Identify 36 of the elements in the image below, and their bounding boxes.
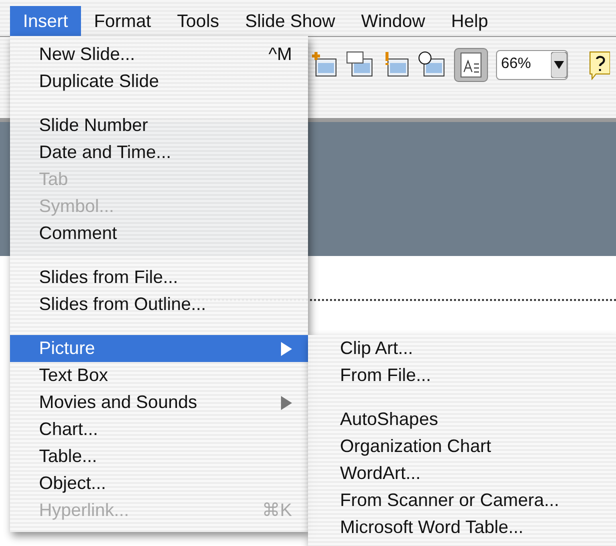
text-box-icon[interactable] [454,48,488,82]
menu-item[interactable]: Movies and Sounds [10,389,308,416]
menu-item[interactable]: Organization Chart [308,433,616,460]
menu-item[interactable]: Microsoft Word Table... [308,514,616,541]
slide-layout-icon[interactable] [346,50,374,78]
menu-item[interactable]: Comment [10,220,308,247]
menu-item[interactable]: Object... [10,470,308,497]
menu-item[interactable]: Date and Time... [10,139,308,166]
submenu-arrow-icon [280,396,292,410]
menu-title[interactable]: Insert [10,6,82,36]
menu-item[interactable]: Duplicate Slide [10,68,308,95]
menu-item[interactable]: WordArt... [308,460,616,487]
menu-title[interactable]: Tools [164,6,232,36]
menu-title[interactable]: Format [81,6,164,36]
menu-item[interactable]: Text Box [10,362,308,389]
menu-item[interactable]: Slide Number [10,112,308,139]
menu-title[interactable]: Window [348,6,438,36]
menu-item[interactable]: New Slide... ^M [10,41,308,68]
dropdown-arrow-icon [551,52,567,78]
menu-item[interactable]: Slides from Outline... [10,291,308,318]
menu-item[interactable]: Clip Art... [308,335,616,362]
menu-title[interactable]: Help [438,6,502,36]
slide-color-icon[interactable] [418,50,446,78]
menu-item[interactable]: Slides from File... [10,264,308,291]
shortcut-label: ^M [268,43,292,66]
menu-item[interactable]: From Scanner or Camera... [308,487,616,514]
menu-title[interactable]: Slide Show [232,6,348,36]
menu-item[interactable]: Table... [10,443,308,470]
menu-item[interactable]: Chart... [10,416,308,443]
submenu-arrow-icon [280,342,292,356]
new-slide-icon[interactable] [310,50,338,78]
menu-item[interactable]: AutoShapes [308,406,616,433]
shortcut-label: ⌘K [262,499,292,522]
zoom-field[interactable]: 66% [496,50,568,80]
menu-item[interactable]: Picture [10,335,308,362]
menu-item[interactable]: From File... [308,362,616,389]
